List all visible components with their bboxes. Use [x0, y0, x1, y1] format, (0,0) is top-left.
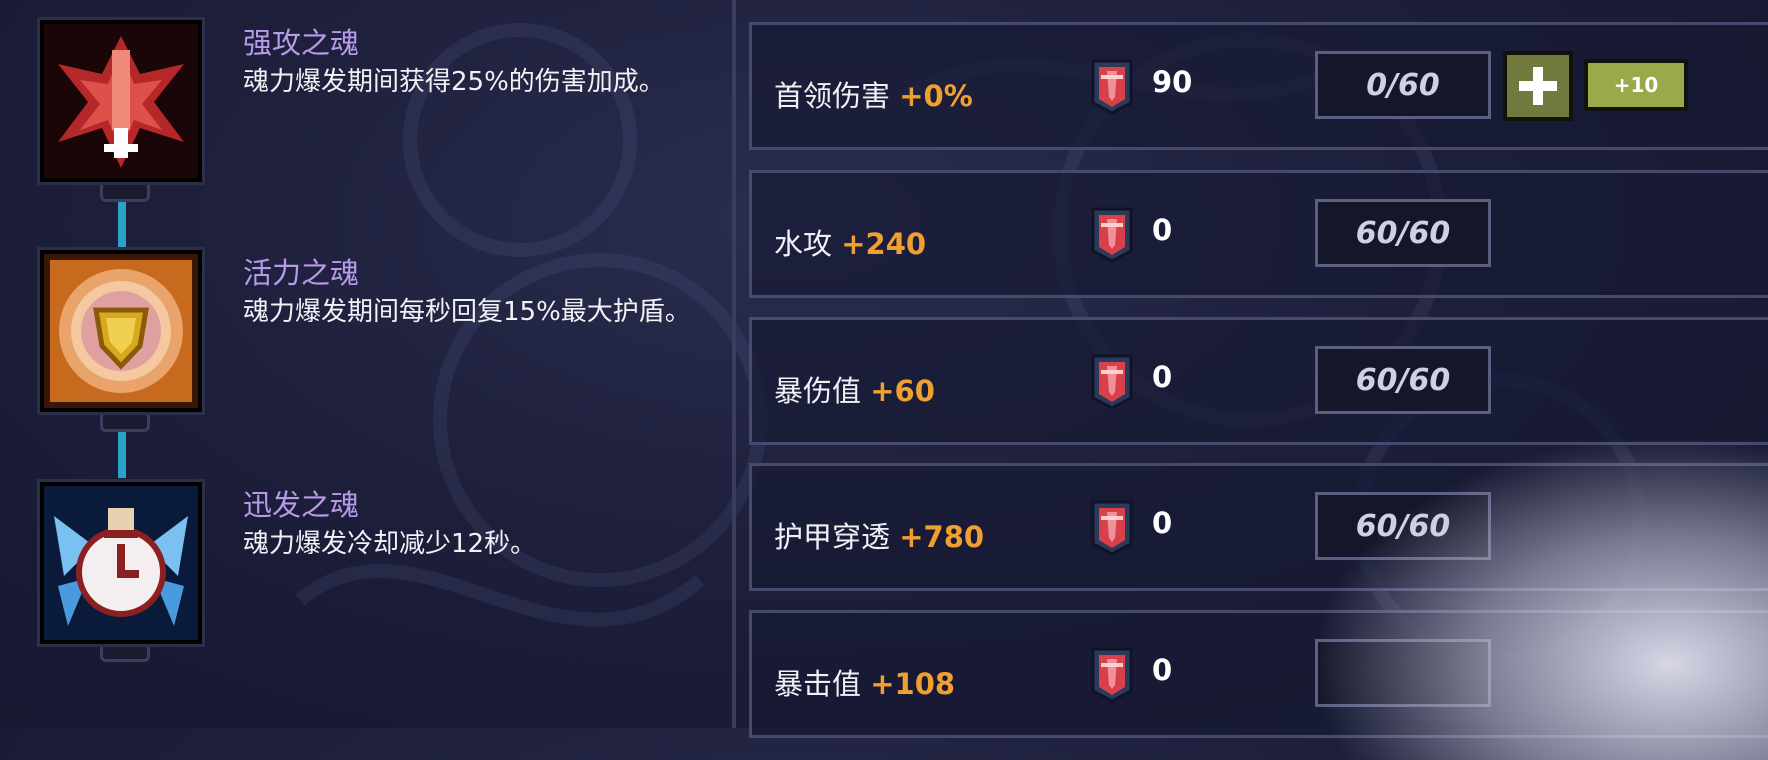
golden-shield-soul-icon	[40, 250, 202, 412]
level-progress	[1315, 639, 1491, 707]
stat-name: 水攻	[774, 227, 833, 261]
stat-label: 水攻 +240	[774, 221, 926, 263]
stat-bonus: +780	[899, 520, 985, 554]
add-button[interactable]	[1503, 51, 1573, 121]
stat-label: 护甲穿透 +780	[774, 514, 984, 556]
level-progress: 60/60	[1315, 346, 1491, 414]
soul-gem-icon	[1091, 647, 1133, 703]
stat-row: 护甲穿透 +780 0 60/60	[749, 463, 1768, 591]
gem-count: 0	[1152, 213, 1173, 247]
stat-name: 护甲穿透	[774, 520, 891, 554]
plus-icon	[1519, 67, 1557, 105]
stat-row: 暴伤值 +60 0 60/60	[749, 317, 1768, 445]
level-progress: 60/60	[1315, 199, 1491, 267]
stat-name: 暴击值	[774, 667, 862, 701]
panel-divider	[732, 0, 736, 728]
stat-bonus: +240	[841, 227, 927, 261]
soul-gem-icon	[1091, 354, 1133, 410]
stat-bonus: +60	[870, 374, 935, 408]
soul-description: 魂力爆发期间每秒回复15%最大护盾。	[243, 297, 691, 327]
soul-description: 魂力爆发期间获得25%的伤害加成。	[243, 67, 665, 97]
stat-name: 暴伤值	[774, 374, 862, 408]
gem-count: 0	[1152, 506, 1173, 540]
soul-title: 活力之魂	[243, 256, 360, 290]
soul-gem-icon	[1091, 207, 1133, 263]
soul-title: 强攻之魂	[243, 26, 360, 60]
soul-description: 魂力爆发冷却减少12秒。	[243, 529, 537, 559]
stat-row: 水攻 +240 0 60/60	[749, 170, 1768, 298]
stat-name: 首领伤害	[774, 79, 891, 113]
connector-node	[100, 410, 150, 432]
soul-gem-icon	[1091, 500, 1133, 556]
level-progress: 60/60	[1315, 492, 1491, 560]
blue-clock-soul-icon	[40, 482, 202, 644]
gem-count: 90	[1152, 65, 1193, 99]
stat-label: 暴击值 +108	[774, 661, 955, 703]
stat-row: 暴击值 +108 0	[749, 610, 1768, 738]
stat-label: 首领伤害 +0%	[774, 73, 973, 115]
red-flame-soul-icon	[40, 20, 202, 182]
soul-title: 迅发之魂	[243, 488, 360, 522]
soul-gem-icon	[1091, 59, 1133, 115]
stat-label: 暴伤值 +60	[774, 368, 935, 410]
gem-count: 0	[1152, 360, 1173, 394]
connector-node	[100, 180, 150, 202]
level-progress: 0/60	[1315, 51, 1491, 119]
soul-panel: 强攻之魂 魂力爆发期间获得25%的伤害加成。 活力之魂 魂力爆发期间每秒回复15…	[0, 0, 734, 728]
stat-row: 首领伤害 +0% 90 0/60 +10	[749, 22, 1768, 150]
add-ten-button[interactable]: +10	[1584, 59, 1688, 111]
stat-bonus: +0%	[899, 79, 973, 113]
gem-count: 0	[1152, 653, 1173, 687]
stat-bonus: +108	[870, 667, 956, 701]
